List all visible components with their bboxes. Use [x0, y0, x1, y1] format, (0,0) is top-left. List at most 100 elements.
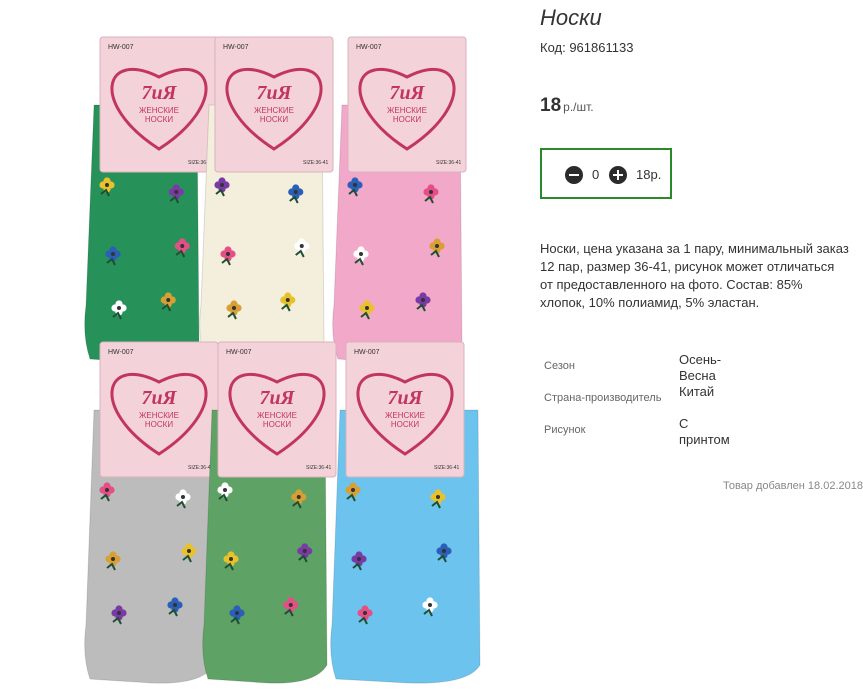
tag-brand: 7иЯ [142, 82, 178, 104]
tag-model: HW-007 [356, 44, 382, 51]
flower-center [220, 183, 224, 187]
property-row: Страна-производитель Китай [540, 384, 863, 416]
flower-center [357, 557, 361, 561]
flower-center [105, 183, 109, 187]
flower-center [117, 611, 121, 615]
flower-center [235, 611, 239, 615]
flower-center [181, 495, 185, 499]
tag-line2: НОСКИ [260, 115, 288, 124]
flower-center [299, 244, 304, 248]
flower-center [288, 603, 293, 607]
sock-pack: HW-007 7иЯ ЖЕНСКИЕНОСКИ SIZE:36-41 [202, 341, 337, 684]
sock-pack: HW-007 7иЯ ЖЕНСКИЕНОСКИ SIZE:36-41 [332, 36, 467, 364]
flower-center [105, 488, 109, 492]
property-row: Рисунок С принтом [540, 416, 863, 448]
tag-card [217, 341, 337, 478]
minus-circle-icon[interactable] [565, 166, 583, 184]
tag-size: SIZE:36-41 [306, 465, 332, 471]
property-label: Страна-производитель [544, 392, 662, 404]
flower-center [285, 298, 290, 302]
property-label: Рисунок [544, 424, 586, 436]
tag-model: HW-007 [108, 349, 134, 356]
tag-line2: НОСКИ [391, 420, 419, 429]
product-price: 18 р./шт. [540, 95, 594, 117]
price-value: 18 [540, 95, 562, 116]
flower-center [435, 244, 439, 248]
tag-line2: НОСКИ [145, 420, 173, 429]
tag-brand: 7иЯ [257, 82, 293, 104]
product-description: Носки, цена указана за 1 пару, минимальн… [540, 241, 849, 310]
product-title: Носки [540, 5, 602, 30]
flower-center [365, 306, 369, 310]
tag-brand: 7иЯ [142, 387, 178, 409]
flower-center [111, 252, 115, 256]
flower-center [351, 488, 355, 492]
flower-center [429, 190, 433, 194]
product-photo[interactable]: HW-007 7иЯ ЖЕНСКИЕ НОСКИ SIZE:36-41 HW-007 7иЯ… [0, 0, 520, 691]
tag-line1: ЖЕНСКИЕ [254, 106, 294, 115]
flower-center [226, 252, 230, 256]
tag-line1: ЖЕНСКИЕ [257, 411, 297, 420]
flower-center [296, 495, 301, 499]
product-code: Код: 961861133 [540, 40, 634, 55]
flower-center [229, 557, 233, 561]
properties-table: Сезон Осень-Весна Страна-производитель К… [540, 352, 863, 448]
tag-model: HW-007 [223, 44, 249, 51]
flower-center [180, 244, 185, 248]
flower-center [363, 611, 367, 615]
tag-line1: ЖЕНСКИЕ [387, 106, 427, 115]
flower-center [173, 603, 177, 607]
tag-size: SIZE:36-41 [434, 465, 460, 471]
tag-brand: 7иЯ [260, 387, 296, 409]
tag-model: HW-007 [108, 44, 134, 51]
price-unit: р./шт. [563, 100, 594, 114]
property-value: Китай [679, 384, 715, 399]
flower-center [353, 183, 357, 187]
flower-center [436, 495, 440, 499]
tag-line2: НОСКИ [145, 115, 173, 124]
date-added: Товар добавлен 18.02.2018 [722, 480, 863, 492]
product-info: Носки Код: 961861133 18 р./шт. 0 18р. Нос… [540, 0, 863, 691]
tag-size: SIZE:36-41 [436, 160, 462, 166]
tag-card [99, 341, 219, 478]
tag-line2: НОСКИ [263, 420, 291, 429]
flower-center [428, 603, 432, 607]
flower-center [232, 306, 236, 310]
property-value: Осень-Весна [679, 352, 722, 383]
flower-center [117, 306, 121, 310]
flower-center [421, 298, 425, 302]
quantity-sum: 18р. [636, 167, 662, 182]
sock-pack: HW-007 7иЯ ЖЕНСКИЕНОСКИ SIZE:36-41 [330, 341, 481, 684]
flower-center [442, 549, 446, 553]
quantity-selector: 0 18р. [540, 148, 672, 199]
quantity-value: 0 [592, 167, 600, 182]
flower-center [187, 549, 191, 553]
tag-line1: ЖЕНСКИЕ [139, 106, 179, 115]
flower-center [111, 557, 115, 561]
flower-center [166, 298, 171, 302]
tag-card [345, 341, 465, 478]
tag-model: HW-007 [354, 349, 380, 356]
tag-line1: ЖЕНСКИЕ [139, 411, 179, 420]
sock-pack: HW-0077иЯЖЕНСКИЕНОСКИSIZE:36-41 [84, 36, 219, 364]
tag-card [99, 36, 219, 173]
flower-center [359, 252, 363, 256]
property-row: Сезон Осень-Весна [540, 352, 863, 384]
tag-card [347, 36, 467, 173]
tag-brand: 7иЯ [390, 82, 426, 104]
sock-pack: HW-007 7иЯ ЖЕНСКИЕНОСКИ SIZE:36-41 [199, 36, 334, 364]
tag-brand: 7иЯ [388, 387, 424, 409]
flower-center [302, 549, 307, 553]
plus-circle-icon[interactable] [609, 166, 627, 184]
sock-pack: HW-0077иЯЖЕНСКИЕНОСКИSIZE:36-41 [84, 341, 219, 684]
property-label: Сезон [544, 360, 575, 372]
flower-center [223, 488, 227, 492]
flower-center [293, 190, 298, 194]
tag-size: SIZE:36-41 [303, 160, 329, 166]
flower-center [174, 190, 179, 194]
tag-model: HW-007 [226, 349, 252, 356]
property-value: С принтом [679, 416, 730, 447]
tag-card [214, 36, 334, 173]
tag-line1: ЖЕНСКИЕ [385, 411, 425, 420]
tag-line2: НОСКИ [393, 115, 421, 124]
